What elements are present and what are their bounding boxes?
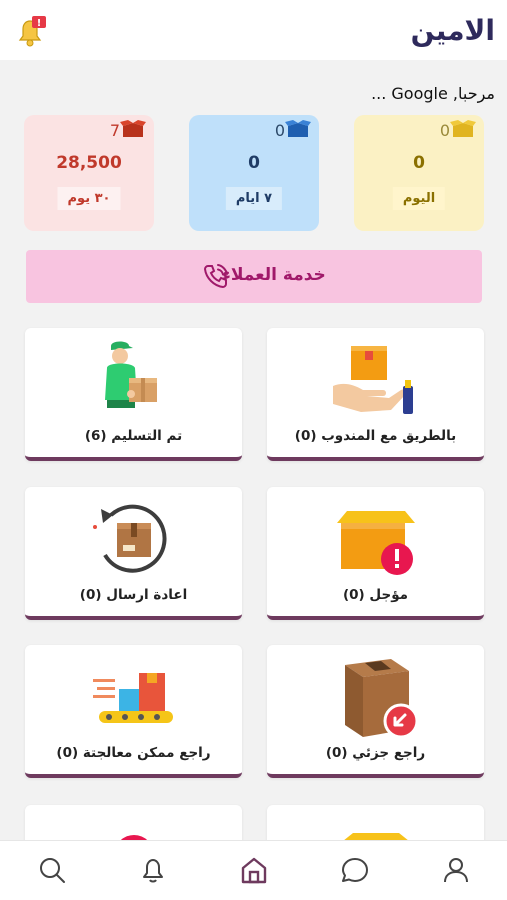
tile-label: راجع ممكن معالجتة (0) [56, 745, 211, 761]
chat-icon[interactable] [340, 855, 370, 885]
stat-card-month[interactable]: 7 28,500 ٣٠ يوم [24, 115, 154, 231]
notification-badge: ! [37, 18, 42, 29]
top-bar: الامين ! [0, 0, 507, 60]
home-icon[interactable] [239, 855, 269, 885]
box-in-hand-icon [332, 346, 413, 414]
tile-partial-return[interactable]: راجع جزئي (0) [267, 645, 484, 778]
notification-bell-icon[interactable]: ! [12, 14, 48, 50]
open-box-icon [285, 120, 311, 137]
customer-service-label: خدمة العملاء [222, 265, 326, 285]
tile-label: اعادة ارسال (0) [79, 587, 188, 603]
courier-with-box-icon [104, 341, 157, 408]
customer-service-button[interactable]: خدمة العملاء [26, 250, 482, 303]
stat-card-week[interactable]: 0 0 ٧ ايام [189, 115, 319, 231]
stat-period: ٣٠ يوم [57, 187, 121, 210]
tile-resend[interactable]: اعادة ارسال (0) [25, 487, 242, 620]
bell-icon[interactable] [138, 855, 168, 885]
stat-period: اليوم [392, 187, 446, 210]
box-return-badge-icon [344, 659, 418, 739]
stat-period: ٧ ايام [225, 187, 283, 210]
stat-value: 0 [248, 153, 260, 173]
open-box-icon [120, 120, 146, 137]
tile-with-courier[interactable]: بالطريق مع المندوب (0) [267, 328, 484, 461]
tile-label: راجع جزئي (0) [325, 745, 426, 761]
box-alert-icon [336, 511, 415, 575]
stat-value: 0 [413, 153, 425, 173]
tile-delivered[interactable]: تم التسليم (6) [25, 328, 242, 461]
tile-returnable[interactable]: راجع ممكن معالجتة (0) [25, 645, 242, 778]
bottom-navigation [0, 840, 507, 900]
tile-label: مؤجل (0) [342, 587, 409, 603]
greeting-text: مرحبا, Google ... [371, 84, 495, 103]
stat-value: 28,500 [56, 153, 122, 173]
stat-count: 7 [109, 121, 120, 140]
conveyor-boxes-icon [92, 673, 173, 723]
open-box-icon [450, 120, 476, 137]
user-icon[interactable] [441, 855, 471, 885]
tile-label: بالطريق مع المندوب (0) [294, 428, 457, 444]
tile-label: تم التسليم (6) [84, 428, 183, 444]
stat-count: 0 [439, 121, 450, 140]
search-icon[interactable] [37, 855, 67, 885]
tile-postponed[interactable]: مؤجل (0) [267, 487, 484, 620]
stat-count: 0 [274, 121, 285, 140]
box-return-arrow-icon [92, 504, 167, 573]
app-title: الامين [410, 14, 495, 47]
stat-card-today[interactable]: 0 0 اليوم [354, 115, 484, 231]
